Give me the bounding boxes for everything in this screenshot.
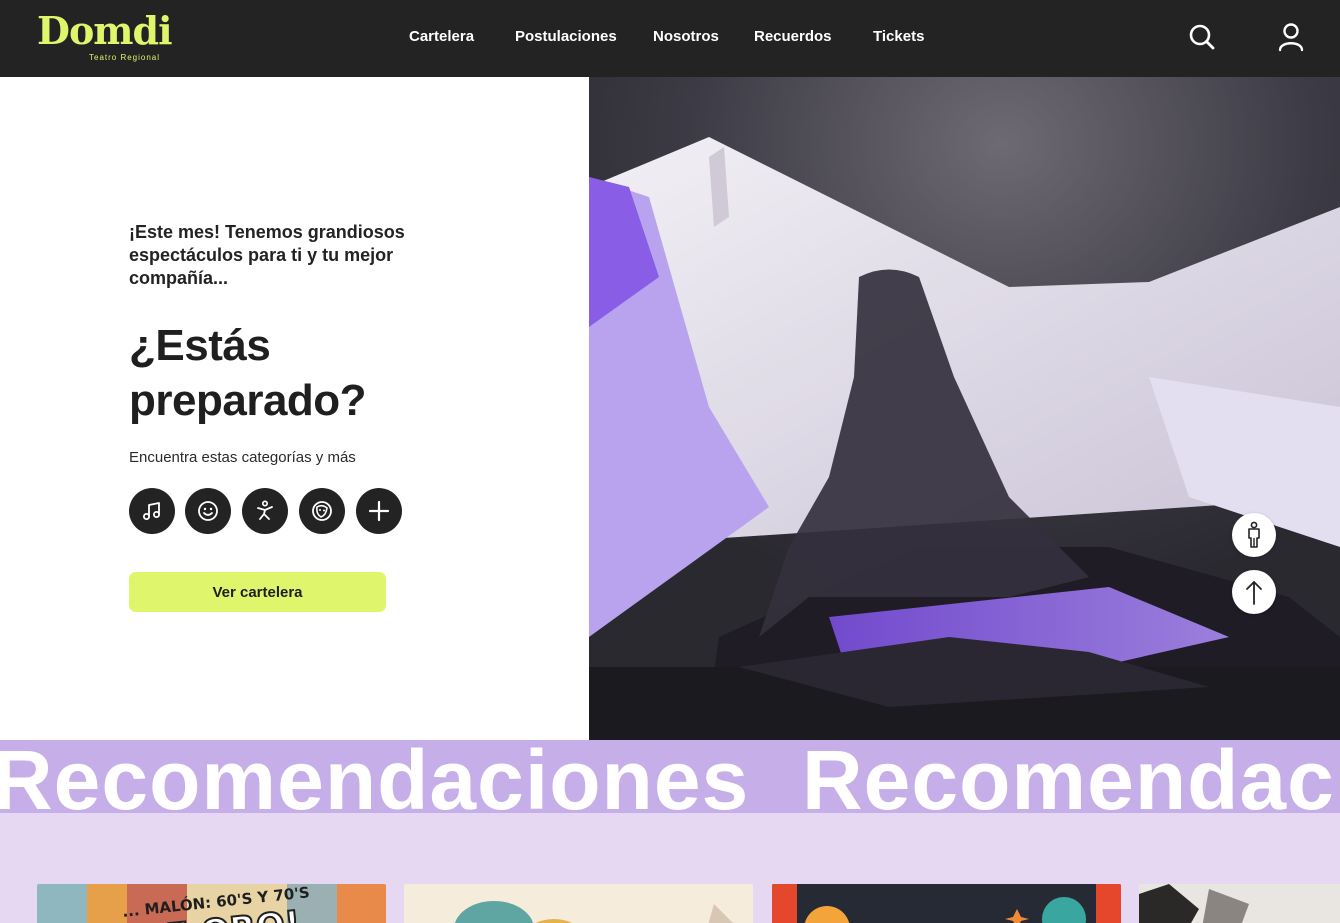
- nav-link-nosotros[interactable]: Nosotros: [653, 28, 719, 45]
- poster-illustration-3: [772, 884, 1121, 923]
- brand-tagline: Teatro Regional: [89, 53, 161, 62]
- recommendation-card[interactable]: [404, 884, 753, 923]
- hero-image: [589, 77, 1340, 740]
- accessibility-button[interactable]: [1232, 513, 1276, 557]
- theater-icon: [312, 501, 332, 521]
- account-button[interactable]: [1274, 20, 1308, 54]
- nav-link-recuerdos[interactable]: Recuerdos: [754, 28, 832, 45]
- music-icon: [143, 502, 160, 520]
- category-comedy-button[interactable]: [185, 488, 231, 534]
- recommendation-card[interactable]: [772, 884, 1121, 923]
- nav-link-cartelera[interactable]: Cartelera: [409, 28, 474, 45]
- dance-icon: [257, 500, 273, 520]
- brand-wordmark: Domdi: [37, 8, 173, 53]
- arrow-up-icon: [1246, 581, 1262, 605]
- category-theater-button[interactable]: [299, 488, 345, 534]
- poster-illustration-1: ... MALÓN: 60'S Y 70'S DE ORO!: [37, 884, 386, 923]
- recommendation-card[interactable]: ... MALÓN: 60'S Y 70'S DE ORO!: [37, 884, 386, 923]
- poster-illustration-2: [404, 884, 753, 923]
- accessibility-icon: [1248, 521, 1260, 548]
- view-schedule-button[interactable]: Ver cartelera: [129, 572, 386, 612]
- smiley-icon: [198, 501, 218, 521]
- recommendation-card[interactable]: [1139, 884, 1340, 923]
- hero-intro: ¡Este mes! Tenemos grandiosos espectácul…: [129, 222, 405, 288]
- nav-link-tickets[interactable]: Tickets: [873, 28, 924, 45]
- search-icon: [1189, 24, 1215, 50]
- category-music-button[interactable]: [129, 488, 175, 534]
- recommendations-marquee: Recomendaciones Recomendaciones: [0, 740, 1340, 813]
- hero-headline: ¿Estás preparado?: [129, 321, 367, 425]
- nav-link-postulaciones[interactable]: Postulaciones: [515, 28, 617, 45]
- poster-illustration-4: [1139, 884, 1340, 923]
- back-to-top-button[interactable]: [1232, 570, 1276, 614]
- marquee-text: Recomendaciones: [0, 740, 750, 813]
- plus-icon: [368, 500, 390, 522]
- recommendations-section: ... MALÓN: 60'S Y 70'S DE ORO!: [0, 813, 1340, 923]
- categories-label: Encuentra estas categorías y más: [129, 449, 356, 466]
- search-button[interactable]: [1185, 20, 1219, 54]
- marquee-text-repeat: Recomendaciones: [802, 740, 1340, 813]
- hero-photo-illustration: [589, 77, 1340, 740]
- top-navbar: Domdi Teatro Regional Cartelera Postulac…: [0, 0, 1340, 77]
- user-icon: [1278, 23, 1304, 52]
- category-more-button[interactable]: [356, 488, 402, 534]
- category-dance-button[interactable]: [242, 488, 288, 534]
- brand-logo[interactable]: Domdi Teatro Regional: [37, 8, 173, 65]
